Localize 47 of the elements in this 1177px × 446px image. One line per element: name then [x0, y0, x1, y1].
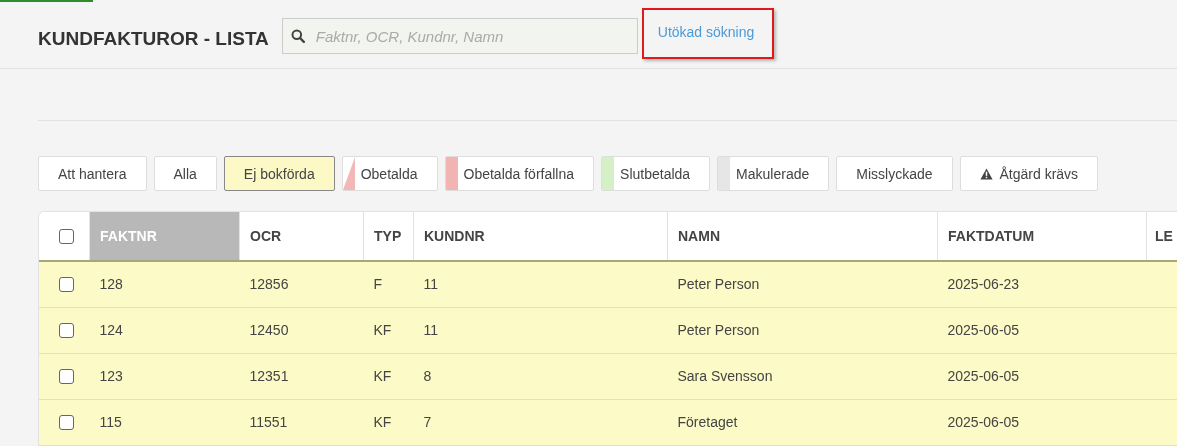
table-cell: 2025-06-05 [947, 322, 1020, 338]
filter-button[interactable]: Makulerade [717, 156, 830, 191]
table-cell: Peter Person [677, 322, 760, 338]
table-cell: 123 [99, 368, 123, 384]
column-header[interactable]: KUNDNR [413, 212, 668, 261]
table-cell: 11551 [249, 414, 288, 430]
search-field[interactable]: Faktnr, OCR, Kundnr, Namn [281, 18, 638, 54]
filter-button[interactable]: Obetalda [341, 156, 438, 191]
table-cell: 7 [423, 414, 432, 430]
filter-button[interactable]: Alla [153, 156, 217, 191]
checkbox[interactable] [59, 228, 74, 244]
column-header[interactable]: TYP [363, 212, 414, 261]
table-cell: 2025-06-05 [947, 368, 1020, 384]
table-cell: 128 [99, 276, 123, 293]
filter-button[interactable]: Att hantera [38, 156, 147, 191]
checkbox[interactable] [59, 368, 74, 384]
checkbox[interactable] [59, 276, 74, 292]
warning-icon [979, 167, 993, 180]
table-cell: KF [373, 414, 392, 430]
table-cell: 2025-06-23 [947, 276, 1020, 293]
filter-button[interactable]: Åtgärd krävs [959, 156, 1099, 191]
table-cell: 11 [423, 276, 439, 293]
column-header[interactable]: NAMN [667, 212, 938, 261]
table-cell: KF [373, 368, 392, 384]
table-cell: F [373, 276, 383, 293]
filter-button[interactable]: Slutbetalda [601, 156, 711, 191]
checkbox[interactable] [59, 322, 74, 338]
table-cell: 11 [423, 322, 439, 338]
column-header[interactable]: FAKTDATUM [937, 212, 1147, 261]
table-cell: KF [373, 322, 392, 338]
column-header[interactable]: OCR [239, 212, 364, 261]
table-cell: 12856 [249, 276, 289, 293]
table-cell: 12450 [249, 322, 289, 338]
table-cell: 2025-06-05 [947, 414, 1020, 430]
table-cell: Sara Svensson [677, 368, 773, 384]
table-cell: 115 [99, 414, 122, 430]
table-cell: Företaget [677, 414, 738, 430]
checkbox[interactable] [59, 414, 74, 430]
table-cell: Peter Person [677, 276, 760, 293]
page-title: KUNDFAKTUROR - LISTA [38, 28, 269, 50]
table-cell: 124 [99, 322, 123, 338]
table-cell: 8 [423, 368, 432, 384]
table-cell: 12351 [249, 368, 289, 384]
filter-button[interactable]: Obetalda förfallna [444, 156, 595, 191]
column-header[interactable]: LE [1146, 212, 1177, 261]
filter-button[interactable]: Misslyckade [836, 156, 953, 191]
filter-button[interactable]: Ej bokförda [223, 156, 335, 191]
